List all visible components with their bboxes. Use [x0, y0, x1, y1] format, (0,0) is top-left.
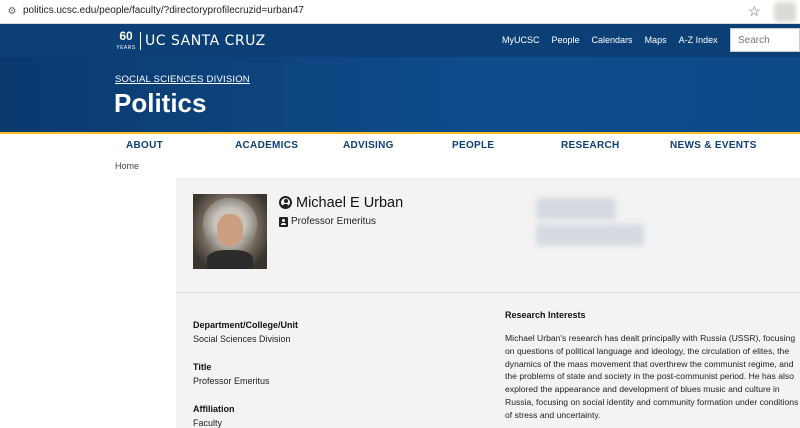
page-title: Politics [114, 88, 207, 118]
field-label-department: Department/College/Unit [193, 320, 299, 330]
link-calendars[interactable]: Calendars [592, 35, 633, 45]
top-navigation-bar: 60 YEARS UC SANTA CRUZ MyUCSC People Cal… [0, 24, 800, 57]
link-people[interactable]: People [552, 35, 580, 45]
utility-links: MyUCSC People Calendars Maps A-Z Index [502, 35, 730, 45]
ucsc-logo-text[interactable]: UC SANTA CRUZ [145, 32, 266, 50]
photo-shirt [207, 250, 253, 269]
link-maps[interactable]: Maps [645, 35, 667, 45]
nav-advising[interactable]: ADVISING [343, 140, 394, 151]
field-label-affiliation: Affiliation [193, 404, 235, 414]
site-settings-icon[interactable]: ⚙ [6, 6, 18, 18]
field-value-department: Social Sciences Division [193, 334, 291, 344]
search-box [730, 28, 800, 52]
profile-photo [193, 194, 267, 269]
search-input[interactable] [731, 29, 799, 51]
bookmark-star-icon[interactable]: ☆ [748, 3, 761, 19]
nav-about[interactable]: ABOUT [126, 140, 163, 151]
section-divider [176, 292, 800, 293]
field-value-title: Professor Emeritus [193, 376, 270, 386]
sixty-years-logo[interactable]: 60 YEARS [116, 30, 136, 54]
nav-research[interactable]: RESEARCH [561, 140, 620, 151]
person-name: Michael E Urban [296, 195, 404, 211]
link-az-index[interactable]: A-Z Index [679, 35, 718, 45]
logo-number: 60 [119, 29, 133, 43]
logo-separator [140, 32, 141, 50]
field-label-title: Title [193, 362, 212, 372]
browser-address-bar[interactable]: ⚙ politics.ucsc.edu/people/faculty/?dire… [0, 0, 800, 24]
blurred-contact-info [536, 196, 644, 248]
blurred-block [536, 198, 616, 220]
research-interests-heading: Research Interests [505, 310, 586, 320]
browser-profile-avatar[interactable] [774, 2, 796, 22]
field-value-affiliation: Faculty [193, 418, 223, 428]
nav-academics[interactable]: ACADEMICS [235, 140, 298, 151]
hero-banner: SOCIAL SCIENCES DIVISION Politics [0, 57, 800, 134]
nav-news-events[interactable]: NEWS & EVENTS [670, 140, 757, 151]
division-link[interactable]: SOCIAL SCIENCES DIVISION [115, 74, 250, 85]
person-circle-icon [279, 196, 292, 209]
photo-face [217, 214, 243, 246]
person-title: Professor Emeritus [291, 216, 377, 227]
link-myucsc[interactable]: MyUCSC [502, 35, 540, 45]
nav-people[interactable]: PEOPLE [452, 140, 494, 151]
blurred-block [536, 224, 644, 246]
research-interests-text: Michael Urban's research has dealt princ… [505, 333, 799, 420]
logo-years: YEARS [116, 45, 136, 51]
id-badge-icon [279, 217, 288, 227]
main-navigation: ABOUT ACADEMICS ADVISING PEOPLE RESEARCH… [0, 134, 800, 156]
breadcrumb-home[interactable]: Home [115, 161, 139, 171]
url-text[interactable]: politics.ucsc.edu/people/faculty/?direct… [23, 5, 304, 16]
